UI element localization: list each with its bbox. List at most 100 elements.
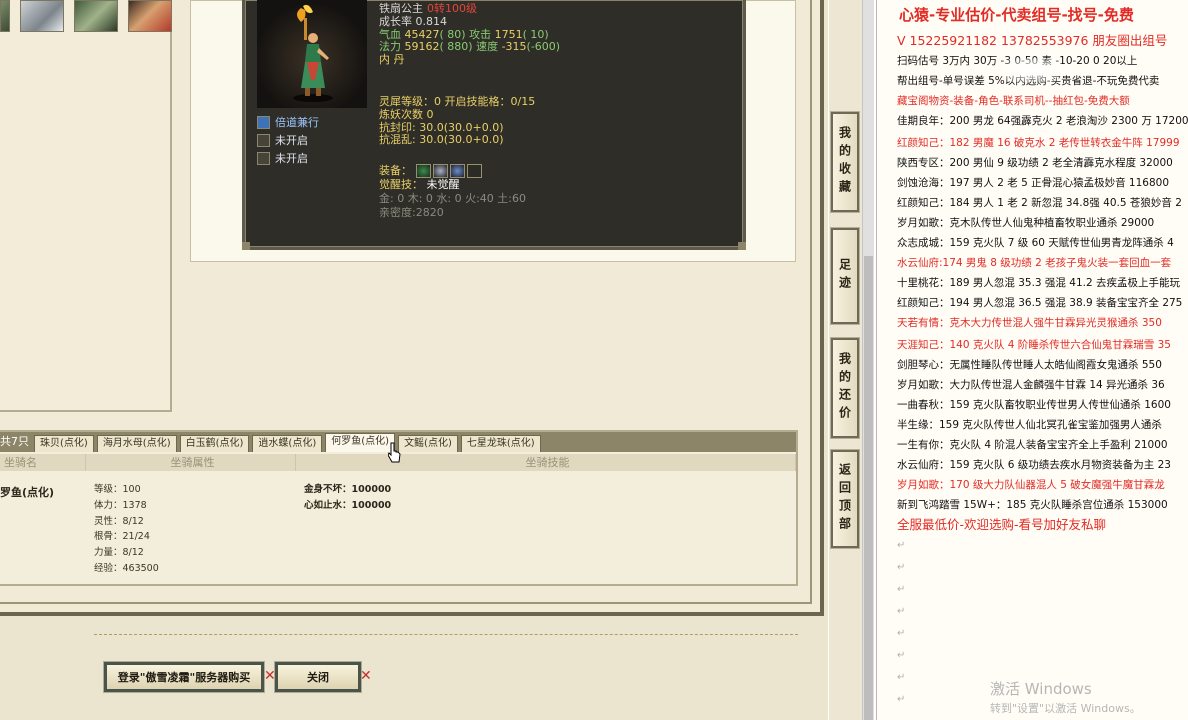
paragraph-mark: ↵ [897,562,906,573]
doc-line: 藏宝阁物资-装备-角色-联系司机--抽红包-免费大额 [897,95,1130,107]
mount-count: 共7只 [0,435,29,448]
hp-label: 气血 [379,27,401,41]
close-icon: ✕ [264,668,276,684]
tab-mount-4[interactable]: 逍水蝶(点化) [252,435,323,452]
awaken-value: 未觉醒 [426,178,460,191]
skill-label: 未开启 [275,134,308,147]
windows-activation-watermark: 激活 Windows [990,680,1092,698]
pet-name: 铁扇公主 [379,2,423,15]
spd-value: -315 [501,40,527,54]
tab-mount-2[interactable]: 海月水母(点化) [96,435,177,452]
tab-mount-1[interactable]: 珠贝(点化) [34,435,94,452]
frame-corner [242,242,250,250]
divider [94,634,798,635]
login-server-buy-button[interactable]: 登录"傲雪凌霜"服务器购买 [103,661,265,693]
col-mount-skills: 坐骑技能 [296,454,796,471]
paragraph-mark: ↵ [897,672,906,683]
growth-value: 0.814 [415,14,448,28]
doc-line: 一曲春秋：159 克火队畜牧职业传世男人传世仙通杀 1600 [897,399,1171,411]
equip-slot-icon[interactable] [466,164,482,178]
doc-line: 红颜知己：184 男人 1 老 2 新忽混 34.8强 40.5 苍狼妙音 2 [897,197,1182,209]
tab-mount-3[interactable]: 白玉鹤(点化) [179,435,250,452]
doc-line: 岁月如歌：大力队传世混人金麟强牛甘霖 14 异光通杀 36 [897,379,1165,391]
doc-line: 新到飞鸿踏雪 15W+：185 克火队睡杀宫位通杀 153000 [897,499,1168,511]
mount-attr: 经验：463500 [94,562,159,574]
tab-mount-5[interactable]: 何罗鱼(点化) [325,433,396,452]
locked-skill-icon [257,151,270,165]
doc-line: 一生有你：克火队 4 阶混人装备宝宝齐全上手盈利 21000 [897,439,1168,451]
nav-history[interactable]: 足迹 [830,227,860,325]
nav-back-to-top[interactable]: 返回顶部 [830,449,860,549]
mount-skill: 心如止水：100000 [304,499,392,511]
avatar-bar [0,0,172,32]
pet-skill-3[interactable]: 未开启 [257,150,308,166]
close-icon: ✕ [360,668,372,684]
paragraph-mark: ↵ [897,628,906,639]
doc-line: 天若有情：克木大力传世混人强牛甘霖异光灵猴通杀 350 [897,317,1162,329]
document-panel: 心猿-专业估价-代卖组号-找号-免费 V 15225921182 1378255… [876,0,1188,720]
frame-corner [738,242,746,250]
atk-points: ( 10) [522,27,549,41]
avatar[interactable] [128,0,172,32]
resist-chaos: 抗混乱: 30.0(30.0+0.0) [379,133,504,147]
doc-line: 岁月如歌：170 级大力队仙器混人 5 破女魔强牛魔甘霖龙 [897,479,1165,491]
refine-count: 炼妖次数 0 [379,107,434,121]
doc-line: 众志成城：159 克火队 7 级 60 天赋传世仙男青龙阵通杀 4 [897,237,1174,249]
pet-rebirth: 0转100级 [427,2,477,15]
pet-figure-icon [293,4,333,102]
blur-overlay [1002,58,1062,82]
mount-attr: 体力：1378 [94,499,147,511]
feather-skill-icon [257,115,270,129]
close-button[interactable]: 关闭 [274,661,362,693]
doc-line: 十里桃花：189 男人忽混 35.3 强混 41.2 去疾孟极上手能玩 [897,277,1180,289]
paragraph-mark: ↵ [897,584,906,595]
doc-line: 陕西专区：200 男仙 9 级功绩 2 老全清霹克水程度 32000 [897,157,1173,169]
pet-card: 倍道兼行 未开启 未开启 铁扇公主 0转100级 成长率 0.814 气血 454… [242,0,746,250]
tab-mount-6[interactable]: 文鳐(点化) [398,435,458,452]
doc-title: 心猿-专业估价-代卖组号-找号-免费 [899,6,1134,24]
tab-mount-7[interactable]: 七星龙珠(点化) [460,435,541,452]
doc-line: 全服最低价-欢迎选购-看号加好友私聊 [897,517,1107,532]
doc-line: 佳期良年：200 男龙 64强霹克火 2 老浪淘沙 2300 万 17200 [897,115,1188,127]
mp-points: ( 880) [439,40,473,54]
equip-slot-icon[interactable] [449,164,465,178]
windows-activation-hint: 转到"设置"以激活 Windows。 [990,702,1141,715]
spd-points: (-600) [526,40,561,54]
pet-elements: 金: 0 木: 0 水: 0 火:40 土:60 [379,192,526,205]
mp-value: 59162 [404,40,440,54]
nav-favorites[interactable]: 我的收藏 [830,111,860,213]
pet-skill-1[interactable]: 倍道兼行 [257,114,319,130]
col-mount-name: 坐骑名 [0,454,86,471]
hp-points: ( 80) [439,27,466,41]
equip-slot-icon[interactable] [432,164,448,178]
equip-label: 装备： [379,164,412,177]
doc-line: 半生缘：159 克火队传世人仙北冥孔雀宝鉴加强男人通杀 [897,419,1162,431]
nav-my-offers[interactable]: 我的还价 [830,337,860,439]
locked-skill-icon [257,133,270,147]
doc-line: 天涯知己：140 克火队 4 阶睡杀传世六合仙鬼甘霖瑞雪 35 [897,339,1171,351]
avatar[interactable] [20,0,64,32]
atk-label: 攻击 [469,27,492,41]
doc-line: 水云仙府:174 男鬼 8 级功绩 2 老孩子鬼火装一套回血一套 [897,257,1172,269]
hp-value: 45427 [404,27,440,41]
inner-core-label[interactable]: 内 丹 [379,53,560,67]
mount-skill: 金身不坏：100000 [304,484,392,495]
avatar[interactable] [74,0,118,32]
mp-label: 法力 [379,40,401,54]
spd-label: 速度 [476,40,499,54]
paragraph-mark: ↵ [897,540,906,551]
growth-label: 成长率 [379,14,412,28]
scrollbar-thumb[interactable] [864,256,873,720]
mount-attr: 等级：100 [94,484,141,495]
atk-value: 1751 [494,27,523,41]
pet-stats-equip: 装备： 觉醒技： 未觉醒 金: 0 木: 0 水: 0 火:40 土:60 亲密… [379,164,526,220]
spirit-level: 灵犀等级：0 开启技能格：0/15 [379,95,536,108]
mount-name: 罗鱼(点化) [0,486,55,499]
pet-skill-2[interactable]: 未开启 [257,132,308,148]
equip-slot-icon[interactable] [415,164,431,178]
avatar[interactable] [0,0,10,32]
doc-line: 红颜知己：182 男魔 16 破克水 2 老传世转衣金牛阵 17999 [897,137,1180,149]
equip-slots [415,164,482,178]
awaken-label: 觉醒技： [379,178,423,191]
mount-attr: 灵性：8/12 [94,515,144,527]
